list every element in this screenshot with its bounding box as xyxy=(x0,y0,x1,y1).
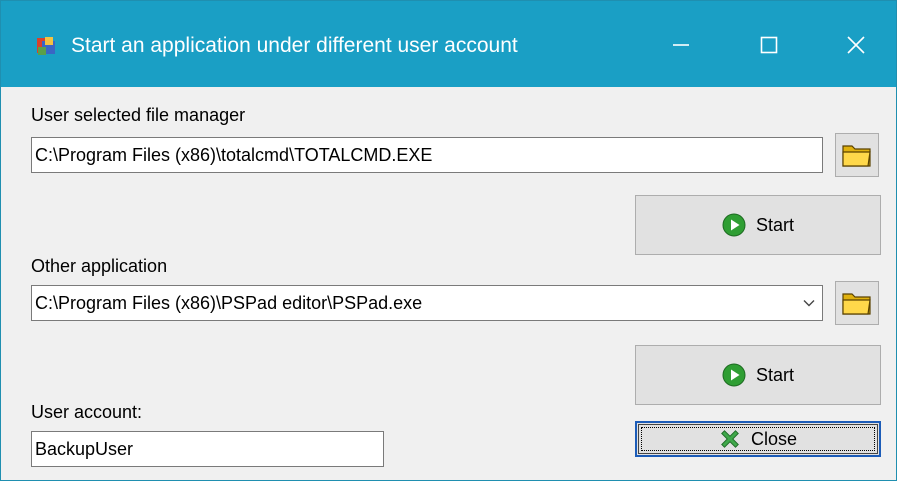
chevron-down-icon[interactable] xyxy=(802,296,816,310)
close-button[interactable]: Close xyxy=(635,421,881,457)
maximize-button[interactable] xyxy=(739,23,799,67)
title-bar[interactable]: Start an application under different use… xyxy=(1,1,896,87)
maximize-icon xyxy=(760,36,778,54)
file-manager-label: User selected file manager xyxy=(31,105,246,125)
play-icon xyxy=(722,363,746,387)
file-manager-browse-button[interactable] xyxy=(835,133,879,177)
file-manager-start-button[interactable]: Start xyxy=(635,195,881,255)
other-application-start-button[interactable]: Start xyxy=(635,345,881,405)
x-mark-icon xyxy=(721,430,739,448)
dialog-window: Start an application under different use… xyxy=(0,0,897,481)
minimize-button[interactable] xyxy=(651,23,711,67)
user-account-field[interactable]: BackupUser xyxy=(31,431,384,467)
other-application-start-label: Start xyxy=(755,364,794,385)
file-manager-start-label: Start xyxy=(755,214,794,235)
user-account-value: BackupUser xyxy=(35,438,134,459)
close-icon xyxy=(847,36,865,54)
file-manager-path-field[interactable]: C:\Program Files (x86)\totalcmd\TOTALCMD… xyxy=(31,137,823,173)
user-account-label: User account: xyxy=(31,402,143,422)
folder-icon xyxy=(842,145,871,167)
minimize-icon xyxy=(673,44,689,46)
other-application-combobox[interactable]: C:\Program Files (x86)\PSPad editor\PSPa… xyxy=(31,285,823,321)
other-application-browse-button[interactable] xyxy=(835,281,879,325)
other-application-label: Other application xyxy=(31,256,168,276)
file-manager-path-value: C:\Program Files (x86)\totalcmd\TOTALCMD… xyxy=(35,144,433,165)
play-icon xyxy=(722,213,746,237)
window-title: Start an application under different use… xyxy=(71,34,518,57)
other-application-path-value: C:\Program Files (x86)\PSPad editor\PSPa… xyxy=(35,292,423,313)
folder-icon xyxy=(842,293,871,315)
close-button-label: Close xyxy=(750,428,798,449)
close-window-button[interactable] xyxy=(826,23,886,67)
app-shield-icon xyxy=(37,37,55,55)
